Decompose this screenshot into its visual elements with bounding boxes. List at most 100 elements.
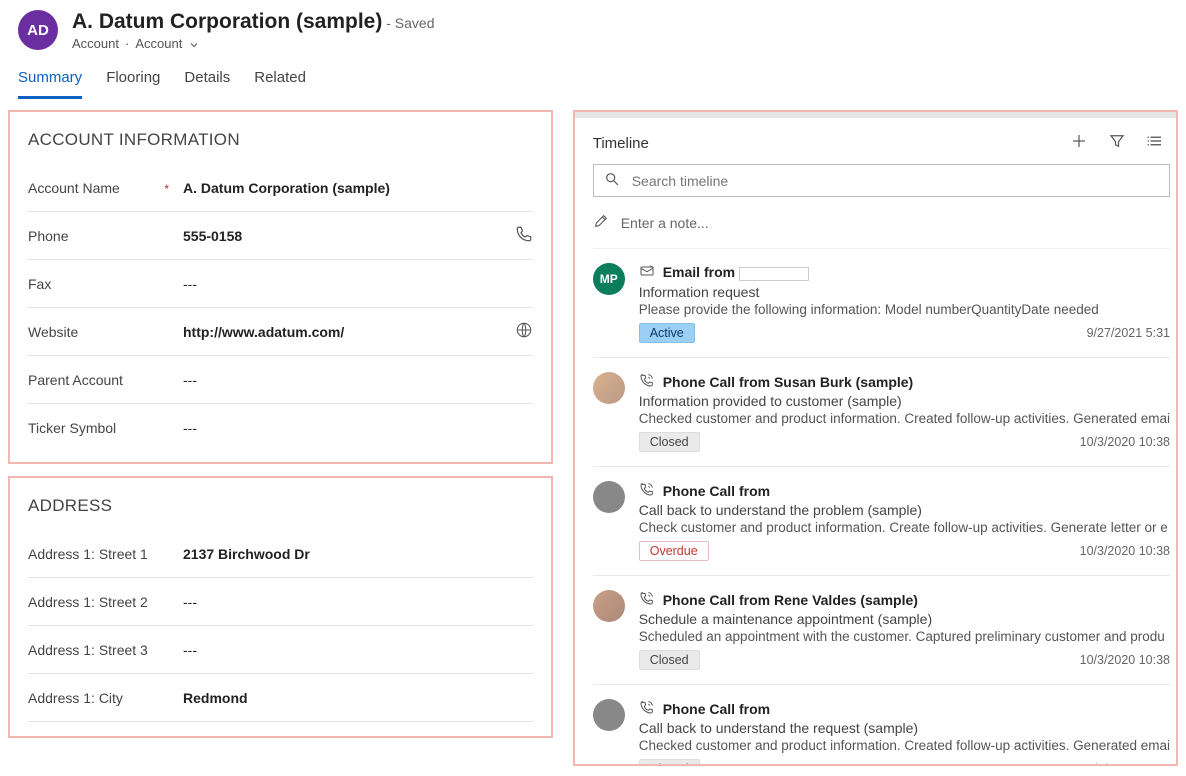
phonecall-icon <box>639 590 655 609</box>
timeline-item-subject: Schedule a maintenance appointment (samp… <box>639 611 1170 627</box>
field-street3[interactable]: Address 1: Street 3 --- <box>28 626 533 674</box>
field-value[interactable]: --- <box>183 642 533 658</box>
field-ticker-symbol[interactable]: Ticker Symbol --- <box>28 404 533 452</box>
timeline-list: MP Email from Information request Please… <box>593 249 1176 766</box>
timeline-avatar <box>593 590 625 622</box>
page-title: A. Datum Corporation (sample) <box>72 10 382 33</box>
timeline-item-body: Check customer and product information. … <box>639 520 1170 535</box>
timeline-avatar: MP <box>593 263 625 295</box>
timeline-avatar <box>593 481 625 513</box>
timeline-item-title: Phone Call from Susan Burk (sample) <box>663 374 914 390</box>
timeline-item-date: 9/27/2021 5:31 <box>1087 326 1170 340</box>
search-icon <box>604 171 620 190</box>
mail-icon <box>639 263 655 282</box>
timeline-search[interactable] <box>593 164 1170 197</box>
field-value[interactable]: 2137 Birchwood Dr <box>183 546 533 562</box>
search-input[interactable] <box>630 172 1159 190</box>
field-value[interactable]: Redmond <box>183 690 533 706</box>
field-value[interactable]: --- <box>183 594 533 610</box>
section-title: ADDRESS <box>28 496 533 516</box>
phonecall-icon <box>639 372 655 391</box>
timeline-item[interactable]: MP Email from Information request Please… <box>593 249 1170 358</box>
field-label: Address 1: Street 3 <box>28 642 183 658</box>
note-placeholder: Enter a note... <box>621 215 709 231</box>
tab-flooring[interactable]: Flooring <box>106 65 160 99</box>
timeline-section: Timeline Enter a note... MP <box>573 110 1178 766</box>
field-value[interactable]: --- <box>183 372 533 388</box>
avatar: AD <box>18 10 58 50</box>
timeline-item-date: 10/3/2020 10:38 <box>1080 544 1170 558</box>
field-label: Fax <box>28 276 183 292</box>
timeline-item-body: Scheduled an appointment with the custom… <box>639 629 1170 644</box>
form-tabs: Summary Flooring Details Related <box>0 55 1186 100</box>
timeline-item-date: 10/3/2020 10:38 <box>1080 435 1170 449</box>
timeline-item[interactable]: Phone Call from Call back to understand … <box>593 685 1170 766</box>
field-value[interactable]: --- <box>183 276 533 292</box>
field-account-name[interactable]: Account Name A. Datum Corporation (sampl… <box>28 164 533 212</box>
section-title: ACCOUNT INFORMATION <box>28 130 533 150</box>
field-value[interactable]: http://www.adatum.com/ <box>183 324 515 340</box>
field-value[interactable]: 555-0158 <box>183 228 515 244</box>
field-label: Address 1: Street 1 <box>28 546 183 562</box>
timeline-note-input[interactable]: Enter a note... <box>593 197 1170 249</box>
timeline-item-subject: Information provided to customer (sample… <box>639 393 1170 409</box>
status-badge: Overdue <box>639 541 709 561</box>
timeline-item-title: Phone Call from <box>663 483 770 499</box>
status-badge: Active <box>639 323 695 343</box>
field-street1[interactable]: Address 1: Street 1 2137 Birchwood Dr <box>28 530 533 578</box>
tab-summary[interactable]: Summary <box>18 65 82 99</box>
status-badge: Closed <box>639 650 700 670</box>
field-label: Parent Account <box>28 372 183 388</box>
phonecall-icon <box>639 481 655 500</box>
status-badge: Closed <box>639 432 700 452</box>
filter-icon[interactable] <box>1108 132 1126 154</box>
field-value[interactable]: A. Datum Corporation (sample) <box>183 180 533 196</box>
field-label: Website <box>28 324 183 340</box>
field-parent-account[interactable]: Parent Account --- <box>28 356 533 404</box>
field-value[interactable]: --- <box>183 420 533 436</box>
timeline-avatar <box>593 699 625 731</box>
more-icon[interactable] <box>1146 132 1164 154</box>
phonecall-icon <box>639 699 655 718</box>
timeline-item-subject: Call back to understand the request (sam… <box>639 720 1170 736</box>
tab-details[interactable]: Details <box>184 65 230 99</box>
timeline-title: Timeline <box>593 135 649 152</box>
field-label: Account Name <box>28 180 183 196</box>
timeline-item[interactable]: Phone Call from Call back to understand … <box>593 467 1170 576</box>
timeline-item-subject: Call back to understand the problem (sam… <box>639 502 1170 518</box>
timeline-item-title: Phone Call from <box>663 701 770 717</box>
tab-related[interactable]: Related <box>254 65 306 99</box>
field-fax[interactable]: Fax --- <box>28 260 533 308</box>
globe-icon[interactable] <box>515 321 533 342</box>
timeline-item[interactable]: Phone Call from Rene Valdes (sample) Sch… <box>593 576 1170 685</box>
timeline-item-body: Checked customer and product information… <box>639 411 1170 426</box>
status-badge: Closed <box>639 759 700 766</box>
phone-icon[interactable] <box>515 225 533 246</box>
field-phone[interactable]: Phone 555-0158 <box>28 212 533 260</box>
timeline-item-subject: Information request <box>639 284 1170 300</box>
field-label: Ticker Symbol <box>28 420 183 436</box>
timeline-avatar <box>593 372 625 404</box>
timeline-item-body: Checked customer and product information… <box>639 738 1170 753</box>
breadcrumb-entity: Account <box>72 36 119 51</box>
pencil-icon <box>593 213 609 232</box>
timeline-item[interactable]: Phone Call from Susan Burk (sample) Info… <box>593 358 1170 467</box>
field-label: Phone <box>28 228 183 244</box>
plus-icon[interactable] <box>1070 132 1088 154</box>
timeline-item-title: Email from <box>663 264 809 280</box>
timeline-item-title: Phone Call from Rene Valdes (sample) <box>663 592 918 608</box>
field-label: Address 1: City <box>28 690 183 706</box>
breadcrumb[interactable]: Account · Account <box>72 36 1168 51</box>
timeline-item-date: 10/3/2020 10:38 <box>1080 762 1170 766</box>
timeline-item-body: Please provide the following information… <box>639 302 1170 317</box>
timeline-item-date: 10/3/2020 10:38 <box>1080 653 1170 667</box>
field-street2[interactable]: Address 1: Street 2 --- <box>28 578 533 626</box>
record-header: AD A. Datum Corporation (sample) - Saved… <box>0 0 1186 55</box>
field-state[interactable]: Address 1: WA <box>28 722 533 738</box>
address-section: ADDRESS Address 1: Street 1 2137 Birchwo… <box>8 476 553 738</box>
field-city[interactable]: Address 1: City Redmond <box>28 674 533 722</box>
account-information-section: ACCOUNT INFORMATION Account Name A. Datu… <box>8 110 553 464</box>
chevron-down-icon[interactable] <box>188 36 200 51</box>
save-status: - Saved <box>386 15 434 31</box>
field-website[interactable]: Website http://www.adatum.com/ <box>28 308 533 356</box>
